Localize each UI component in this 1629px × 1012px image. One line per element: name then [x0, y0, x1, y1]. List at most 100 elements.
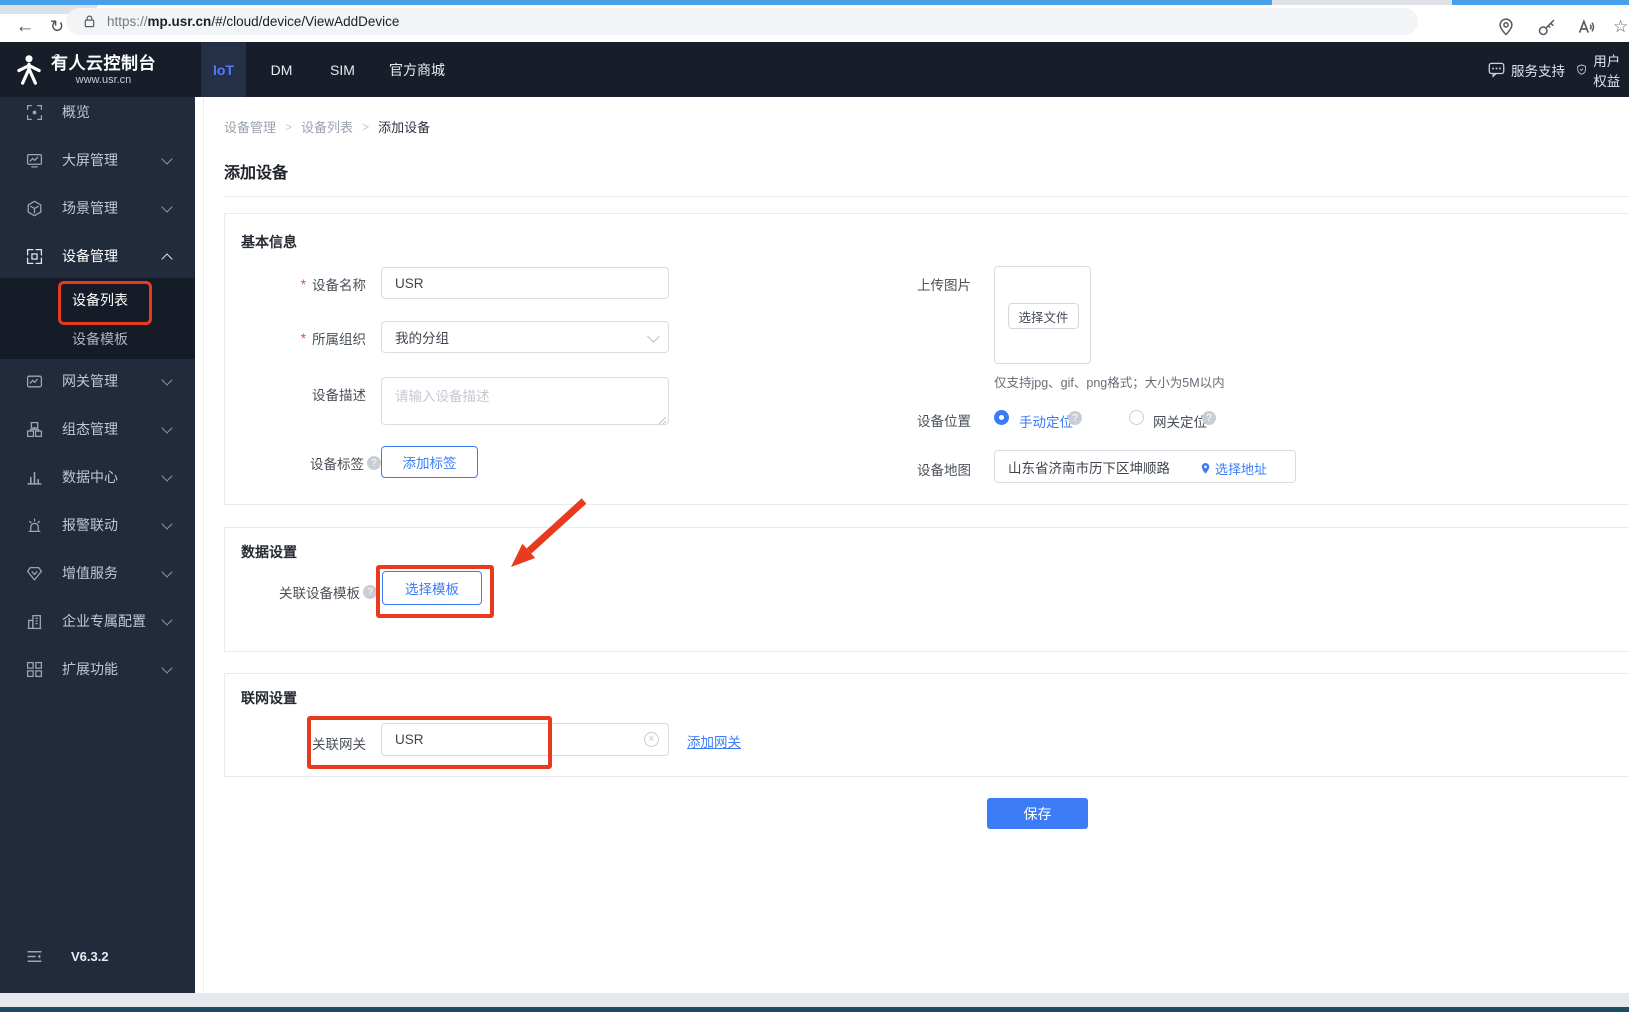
organization-select[interactable] — [381, 321, 669, 353]
page-title: 添加设备 — [224, 165, 289, 182]
screen-icon — [26, 153, 43, 168]
radio-manual-location[interactable] — [994, 410, 1009, 425]
device-tags-label: 设备标签? — [225, 453, 381, 473]
gateway-location-option[interactable]: 网关定位 — [1153, 411, 1207, 431]
upload-image-label: 上传图片 — [917, 278, 971, 293]
tab-sim[interactable]: SIM — [320, 42, 365, 97]
value-service-icon — [26, 566, 43, 581]
add-gateway-link[interactable]: 添加网关 — [687, 731, 741, 751]
chevron-down-icon — [161, 566, 173, 578]
sidebar-item-device-template[interactable]: 设备模板 — [0, 319, 195, 359]
section-title-data: 数据设置 — [241, 544, 297, 560]
overview-icon — [26, 104, 43, 120]
sidebar-item-device-management[interactable]: 设备管理 — [0, 236, 195, 276]
clear-icon[interactable]: × — [644, 732, 659, 747]
manual-location-option[interactable]: 手动定位 — [1019, 411, 1073, 431]
panel-network-settings: 联网设置 关联网关 × 添加网关 — [224, 673, 1629, 777]
sidebar-item-device-list[interactable]: 设备列表 — [0, 280, 195, 320]
brand-title: 有人云控制台 — [51, 53, 156, 73]
breadcrumb-separator: > — [362, 119, 370, 134]
alarm-icon — [28, 517, 41, 532]
sidebar-item-extended-functions[interactable]: 扩展功能 — [0, 649, 195, 689]
trademark-icon — [54, 54, 60, 60]
gateway-icon — [26, 375, 43, 387]
panel-data-settings: 数据设置 关联设备模板? 选择模板 — [224, 527, 1629, 652]
breadcrumb-device-list[interactable]: 设备列表 — [301, 117, 353, 136]
chevron-down-icon — [161, 153, 173, 165]
sidebar-item-gateway-management[interactable]: 网关管理 — [0, 361, 195, 401]
map-pin-icon — [1201, 463, 1210, 474]
device-description-label: 设备描述 — [312, 388, 366, 403]
chevron-up-icon — [161, 253, 173, 265]
chevron-down-icon — [161, 422, 173, 434]
location-pin-icon[interactable] — [1496, 17, 1516, 37]
section-title-basic: 基本信息 — [241, 234, 297, 250]
scene-icon — [27, 200, 42, 216]
help-icon[interactable]: ? — [1202, 411, 1216, 425]
refresh-icon[interactable]: ↻ — [46, 16, 68, 38]
sidebar-item-alarm-linkage[interactable]: 报警联动 — [0, 505, 195, 545]
sidebar-item-scene-management[interactable]: 场景管理 — [0, 188, 195, 228]
sidebar-item-screen-management[interactable]: 大屏管理 — [0, 140, 195, 180]
app-header: 有人云控制台 www.usr.cn IoT DM SIM 官方商城 服务支持 用… — [0, 42, 1629, 97]
sidebar-item-value-added-services[interactable]: 增值服务 — [0, 553, 195, 593]
gateway-label: 关联网关 — [312, 737, 366, 752]
enterprise-icon — [27, 614, 42, 629]
tab-official-store[interactable]: 官方商城 — [385, 42, 449, 97]
choose-address-link[interactable]: 选择地址 — [1199, 459, 1267, 478]
help-icon[interactable]: ? — [367, 456, 381, 470]
back-icon[interactable]: ← — [14, 16, 36, 38]
collapse-sidebar-icon[interactable] — [26, 948, 43, 965]
chevron-down-icon — [161, 518, 173, 530]
browser-toolbar: ← ↻ https://mp.usr.cn/#/cloud/device/Vie… — [0, 5, 1629, 42]
sidebar-item-overview[interactable]: 概览 — [0, 92, 195, 132]
sidebar-item-data-center[interactable]: 数据中心 — [0, 457, 195, 497]
tab-iot[interactable]: IoT — [201, 42, 246, 97]
star-icon[interactable]: ☆ — [1613, 17, 1629, 37]
read-aloud-icon[interactable] — [1577, 17, 1597, 37]
radio-gateway-location[interactable] — [1129, 410, 1144, 425]
main-content: 设备管理 > 设备列表 > 添加设备 添加设备 基本信息 *设备名称 *所属组织… — [195, 97, 1629, 993]
app-root: ← ↻ https://mp.usr.cn/#/cloud/device/Vie… — [0, 0, 1629, 1012]
key-icon[interactable] — [1537, 17, 1557, 37]
chevron-down-icon — [161, 201, 173, 213]
extension-icon — [26, 661, 43, 677]
breadcrumb-separator: > — [285, 119, 293, 134]
breadcrumb-device-management[interactable]: 设备管理 — [224, 117, 276, 136]
title-divider — [224, 196, 1629, 197]
chevron-down-icon — [161, 614, 173, 626]
url-text: https://mp.usr.cn/#/cloud/device/ViewAdd… — [107, 14, 400, 29]
device-icon — [26, 248, 43, 264]
resize-grip-icon[interactable] — [657, 415, 667, 425]
chat-icon — [1488, 62, 1505, 78]
data-center-icon — [27, 471, 42, 485]
sidebar-submenu-device: 设备列表 设备模板 — [0, 278, 195, 359]
sidebar-item-enterprise-config[interactable]: 企业专属配置 — [0, 601, 195, 641]
upload-dropzone[interactable]: 选择文件 — [994, 266, 1091, 364]
service-support[interactable]: 服务支持 — [1488, 42, 1565, 97]
help-icon[interactable]: ? — [363, 585, 377, 599]
gateway-input[interactable] — [381, 723, 669, 756]
device-description-textarea[interactable] — [381, 377, 669, 425]
device-map-label: 设备地图 — [917, 463, 971, 478]
sidebar-item-scada-management[interactable]: 组态管理 — [0, 409, 195, 449]
chevron-down-icon — [161, 470, 173, 482]
add-tag-button[interactable]: 添加标签 — [381, 446, 478, 478]
tab-dm[interactable]: DM — [259, 42, 304, 97]
breadcrumb-current: 添加设备 — [378, 120, 431, 135]
choose-template-button[interactable]: 选择模板 — [382, 571, 482, 605]
shield-icon — [1577, 64, 1586, 75]
upload-hint: 仅支持jpg、gif、png格式；大小为5M以内 — [994, 376, 1225, 390]
sidebar: 概览 大屏管理 场景管理 设备管理 设备列表 设备模板 网关管理 组态管理 数据… — [0, 97, 195, 993]
lock-icon — [84, 15, 95, 28]
save-button[interactable]: 保存 — [987, 798, 1088, 829]
device-name-input[interactable] — [381, 267, 669, 299]
organization-label: * 所属组织 — [300, 330, 366, 348]
annotation-arrow — [511, 498, 587, 567]
user-benefits[interactable]: 用户权益 — [1576, 42, 1629, 97]
chevron-down-icon — [161, 662, 173, 674]
brand-logo[interactable]: 有人云控制台 www.usr.cn — [14, 42, 195, 97]
url-bar[interactable]: https://mp.usr.cn/#/cloud/device/ViewAdd… — [66, 8, 1418, 35]
help-icon[interactable]: ? — [1068, 411, 1082, 425]
choose-file-button[interactable]: 选择文件 — [1008, 303, 1079, 329]
